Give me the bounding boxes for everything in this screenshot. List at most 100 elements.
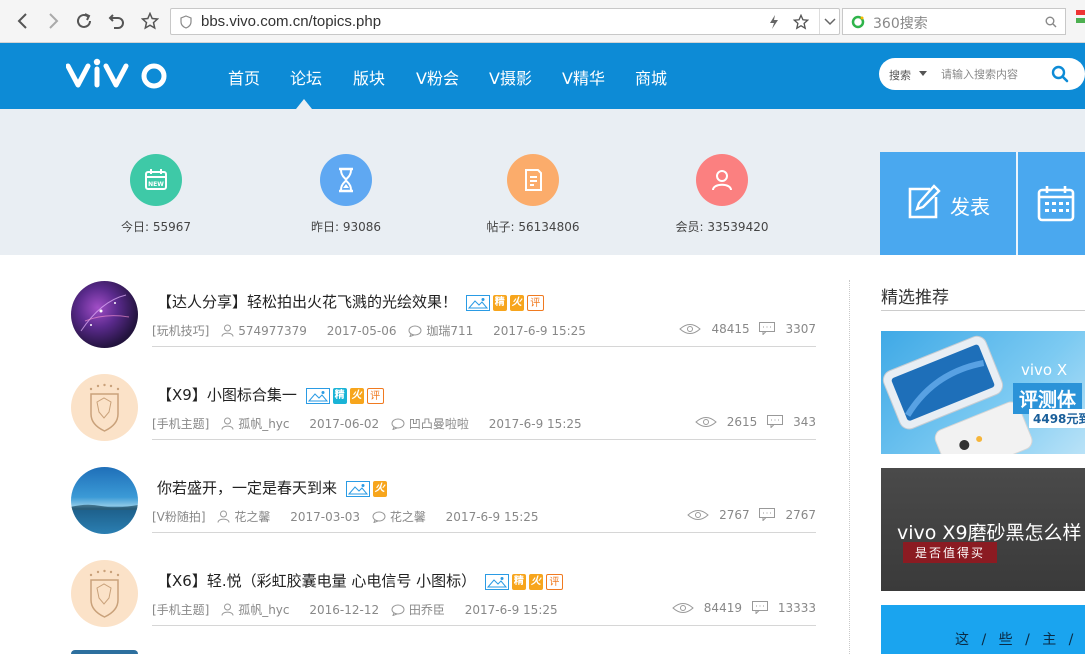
stat-posts-label: 帖子: 56134806: [486, 220, 580, 234]
topic-author[interactable]: 574977379: [221, 324, 315, 338]
recommend-card-1-line1: vivo X: [1021, 361, 1068, 379]
address-bar[interactable]: bbs.vivo.com.cn/topics.php: [170, 8, 840, 35]
recommend-card[interactable]: vivo X 评测体 4498元到: [881, 331, 1085, 454]
menu-icon[interactable]: [1076, 10, 1085, 32]
post-panel: 发表: [880, 152, 1085, 255]
nav-store[interactable]: 商城: [635, 65, 667, 89]
topic-last-reply-time: 2017-6-9 15:25: [445, 510, 539, 524]
topic-last-reply-time: 2017-6-9 15:25: [464, 603, 558, 617]
undo-button[interactable]: [106, 10, 128, 32]
nav-vfans[interactable]: V粉会: [416, 65, 459, 89]
stat-posts: 帖子: 56134806: [463, 154, 603, 235]
image-badge-icon: [465, 294, 490, 311]
caret-down-icon[interactable]: [919, 71, 927, 76]
forward-button[interactable]: [42, 10, 64, 32]
review-badge-icon: 评: [526, 294, 544, 311]
topic-last-reply[interactable]: 花之馨: [372, 510, 434, 524]
topic-badges: 精 火 评: [305, 387, 384, 404]
document-icon: [507, 154, 559, 206]
shield-icon: [180, 15, 192, 29]
nav-home[interactable]: 首页: [228, 65, 260, 89]
topic-last-reply[interactable]: 珈瑞711: [408, 324, 481, 338]
topic-views: 2767: [719, 508, 750, 522]
site-search-box: 搜索: [879, 58, 1085, 90]
favorite-star-icon[interactable]: [793, 14, 809, 30]
stat-members: 会员: 33539420: [652, 154, 792, 235]
topic-divider: [152, 625, 816, 626]
topic-author[interactable]: 孤帆_hyc: [221, 417, 297, 431]
reload-icon: [77, 13, 91, 28]
topic-category[interactable]: [玩机技巧]: [152, 324, 209, 338]
site-search-input[interactable]: [941, 64, 1041, 84]
recommend-card-1-line3: 4498元到: [1029, 409, 1085, 428]
topic-category[interactable]: [手机主题]: [152, 417, 209, 431]
comment-icon: [372, 511, 386, 523]
avatar[interactable]: [71, 650, 138, 654]
nav-vessence[interactable]: V精华: [562, 65, 605, 89]
topic-row: 你若盛开，一定是春天到来 火 [V粉随拍] 花之馨 2017-03-03 花之馨…: [71, 467, 816, 547]
topic-last-reply-time: 2017-6-9 15:25: [488, 417, 582, 431]
sign-in-calendar-icon[interactable]: [1037, 184, 1075, 222]
recommend-card-2-line1: vivo X9磨砂黑怎么样: [897, 522, 1082, 544]
reload-button[interactable]: [73, 10, 95, 32]
topic-meta: [V粉随拍] 花之馨 2017-03-03 花之馨 2017-6-9 15:25: [152, 508, 547, 525]
comment-icon: [408, 325, 422, 337]
avatar[interactable]: [71, 467, 138, 534]
back-button[interactable]: [12, 10, 34, 32]
topic-category[interactable]: [手机主题]: [152, 603, 209, 617]
topic-last-reply-time: 2017-6-9 15:25: [493, 324, 586, 338]
topic-title[interactable]: 【达人分享】轻松拍出火花飞溅的光绘效果！ 精 火 评: [157, 291, 544, 312]
essence-badge-icon: 精: [511, 573, 526, 590]
new-post-button[interactable]: 发表: [880, 152, 1016, 255]
vivo-logo[interactable]: [66, 57, 178, 93]
nav-sections[interactable]: 版块: [353, 65, 385, 89]
topic-category[interactable]: [V粉随拍]: [152, 510, 206, 524]
image-badge-icon: [305, 387, 330, 404]
review-badge-icon: 评: [545, 573, 563, 590]
recommend-card[interactable]: vivo X9磨砂黑怎么样 是否值得买: [881, 468, 1085, 591]
topic-row: 【X9】小图标合集一 精 火 评 [手机主题] 孤帆_hyc 2017-06-0…: [71, 374, 816, 454]
search-type-select[interactable]: 搜索: [889, 67, 911, 83]
eye-icon: [679, 324, 702, 334]
topic-date: 2016-12-12: [309, 603, 380, 617]
recommend-title-underline: [881, 310, 1085, 311]
search-icon[interactable]: [1051, 65, 1069, 83]
calendar-new-icon: NEW: [130, 154, 182, 206]
edit-icon: [908, 184, 941, 219]
topic-last-reply[interactable]: 田乔臣: [391, 603, 453, 617]
nav-forum[interactable]: 论坛: [290, 65, 322, 89]
topic-author[interactable]: 孤帆_hyc: [221, 603, 297, 617]
star-icon: [141, 12, 159, 30]
topic-title[interactable]: 【X9】小图标合集一 精 火 评: [157, 384, 384, 405]
stat-yesterday-label: 昨日: 93086: [310, 220, 382, 234]
avatar[interactable]: [71, 560, 138, 627]
topic-stats: 84419 13333: [672, 601, 816, 615]
url-text: bbs.vivo.com.cn/topics.php: [201, 13, 382, 30]
eye-icon: [672, 603, 694, 613]
lightning-icon[interactable]: [769, 15, 779, 29]
avatar[interactable]: [71, 374, 138, 441]
topic-views: 48415: [711, 322, 750, 336]
hourglass-icon: [320, 154, 372, 206]
eye-icon: [694, 417, 717, 427]
topic-title[interactable]: 你若盛开，一定是春天到来 火: [157, 477, 387, 498]
topic-author[interactable]: 花之馨: [217, 510, 278, 524]
topic-title[interactable]: 【X6】轻.悦（彩虹胶囊电量 心电信号 小图标） 精 火 评: [157, 570, 563, 591]
hot-badge-icon: 火: [509, 294, 524, 311]
avatar[interactable]: [71, 281, 138, 348]
topic-meta: [手机主题] 孤帆_hyc 2017-06-02 凹凸曼啦啦 2017-6-9 …: [152, 415, 590, 432]
nav-vphoto[interactable]: V摄影: [489, 65, 532, 89]
topic-last-reply[interactable]: 凹凸曼啦啦: [391, 417, 477, 431]
reply-count-icon: [759, 508, 776, 521]
active-nav-indicator: [296, 99, 312, 109]
post-panel-divider: [1016, 152, 1018, 255]
search-icon[interactable]: [1045, 16, 1057, 28]
recommend-card[interactable]: 这 / 些 / 主 / 题: [881, 605, 1085, 654]
chevron-down-icon[interactable]: [824, 18, 836, 26]
user-icon: [696, 154, 748, 206]
eye-icon: [687, 510, 709, 520]
user-icon: [221, 417, 234, 430]
bookmark-button[interactable]: [139, 10, 161, 32]
recommend-card-2-line2: 是否值得买: [903, 542, 998, 563]
browser-search-bar[interactable]: 360搜索: [842, 8, 1066, 35]
